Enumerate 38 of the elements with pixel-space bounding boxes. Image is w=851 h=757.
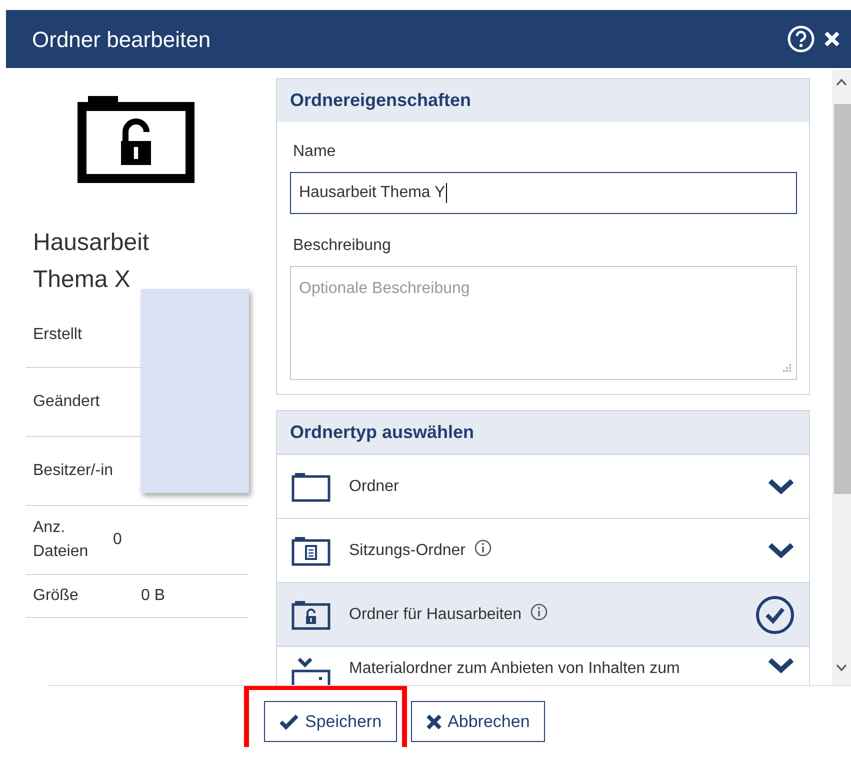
close-icon[interactable] (823, 30, 841, 48)
option-label: Sitzungs-Ordner (349, 542, 466, 558)
resize-grip-icon[interactable] (780, 363, 792, 375)
clipboard-folder-icon (291, 534, 331, 566)
detail-label: Besitzer/-in (33, 461, 114, 481)
folder-type-option[interactable]: Ordner für Hausarbeiten (277, 582, 809, 646)
close-icon (426, 714, 442, 730)
help-icon[interactable] (787, 25, 815, 53)
dialog-title: Ordner bearbeiten (32, 26, 212, 54)
folder-type-option[interactable]: Ordner (277, 454, 809, 518)
name-field[interactable]: Hausarbeit Thema Y (290, 172, 797, 214)
download-folder-icon (291, 657, 331, 685)
scroll-up-icon[interactable] (836, 78, 847, 86)
field-label: Name (293, 142, 337, 162)
detail-label: Erstellt (33, 324, 83, 344)
option-label: Materialordner zum Anbieten von Inhalten zum (349, 660, 680, 677)
folder-name: Hausarbeit Thema X (33, 228, 150, 295)
detail-label: Geändert (33, 392, 101, 412)
folder-icon (291, 470, 331, 502)
locked-folder-icon (291, 598, 331, 630)
scrollbar[interactable] (832, 70, 851, 685)
cancel-button[interactable]: Abbrechen (410, 701, 545, 742)
field-label: Beschreibung (293, 236, 392, 256)
check-circle-icon (755, 594, 795, 634)
chevron-down-icon (767, 542, 795, 560)
save-button[interactable]: Speichern (264, 701, 397, 742)
option-label: Ordner (349, 478, 399, 494)
detail-label: Größe (33, 586, 80, 606)
panel-title: Ordnereigenschaften (277, 79, 809, 122)
chevron-down-icon (767, 478, 795, 496)
chevron-down-icon (767, 657, 795, 675)
option-label: Ordner für Hausarbeiten (349, 606, 522, 622)
detail-value: 0 (113, 530, 122, 550)
check-icon (279, 714, 299, 730)
panel-title: Ordnertyp auswählen (277, 411, 809, 454)
scroll-down-icon[interactable] (836, 664, 847, 672)
detail-label: Anz. Dateien (33, 518, 90, 562)
detail-value: 0 B (141, 586, 166, 606)
